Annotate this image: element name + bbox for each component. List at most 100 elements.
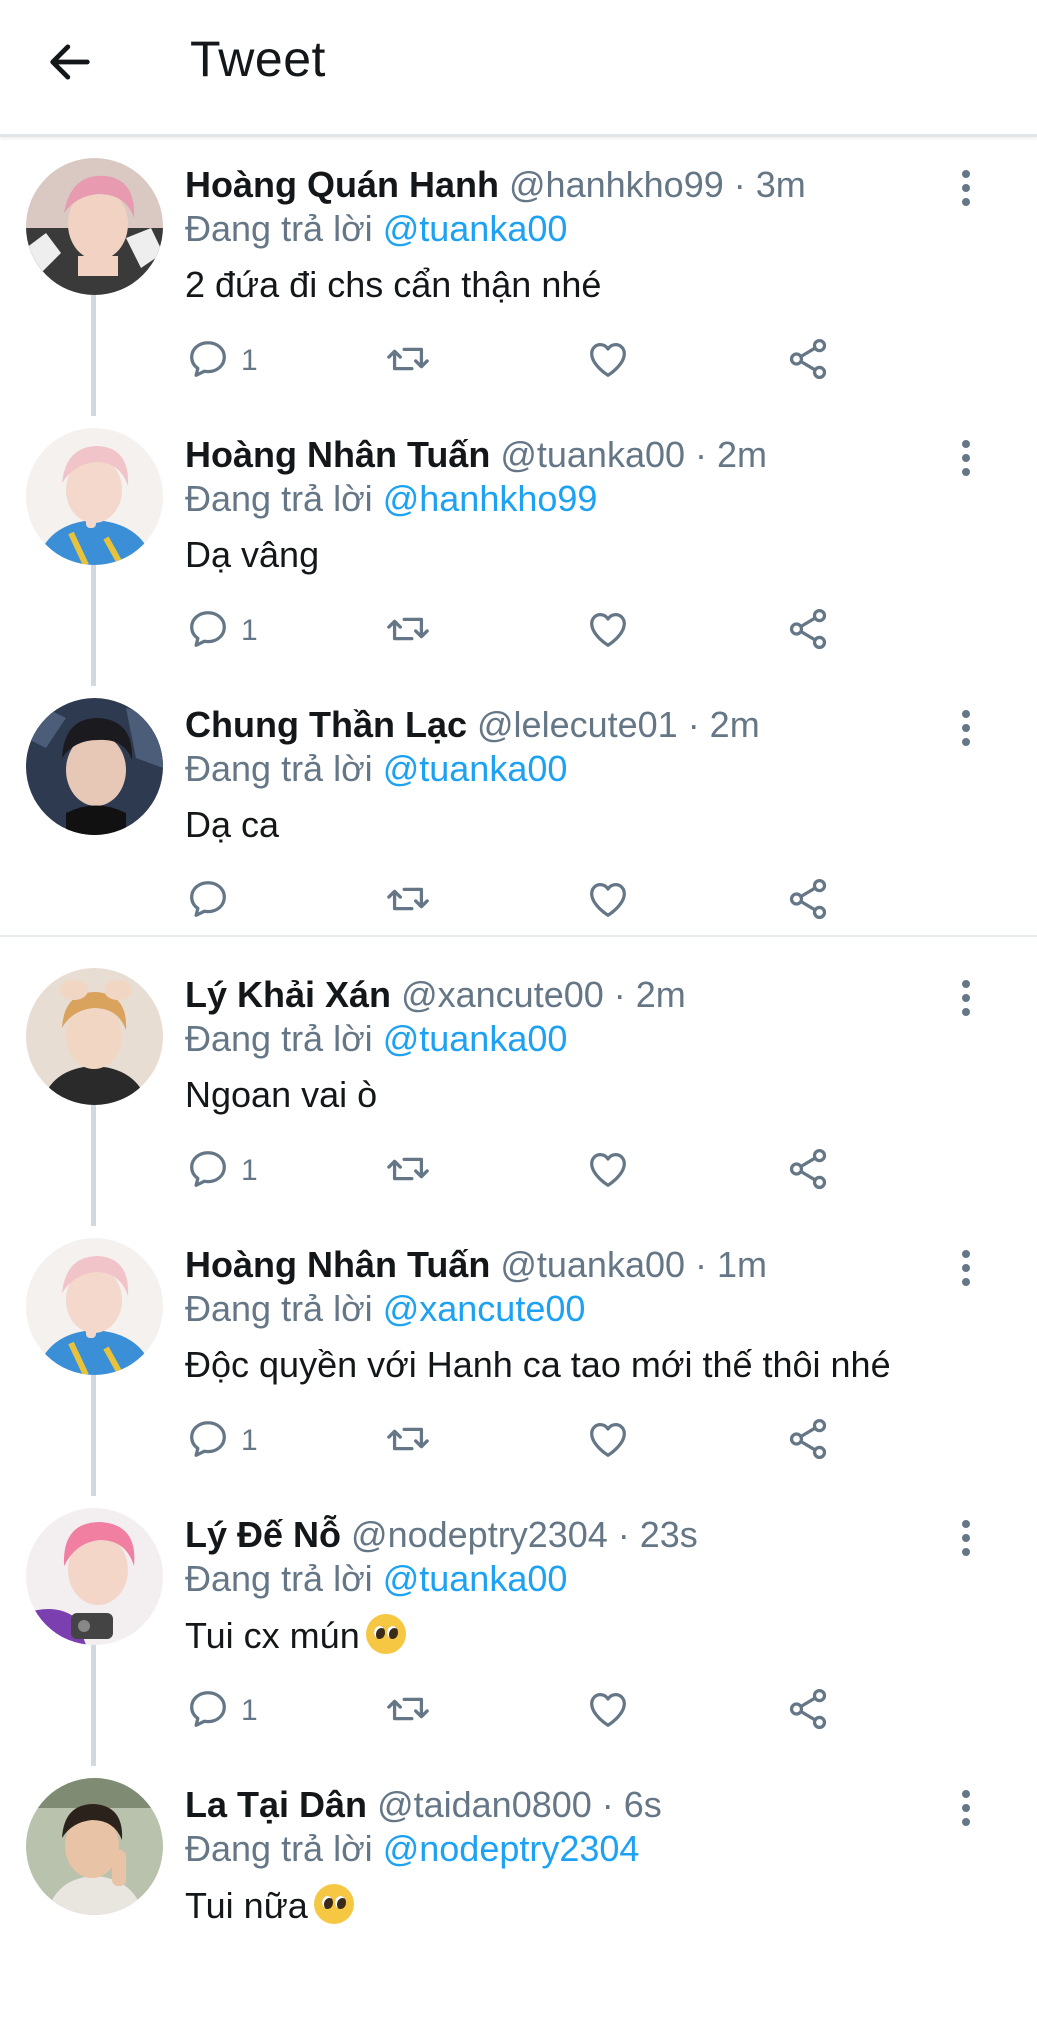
heart-icon <box>590 342 626 377</box>
user-handle-time: @tuanka00 · 2m <box>500 434 768 475</box>
tweet-text: Dạ vâng <box>185 534 320 575</box>
heart-icon <box>590 1692 626 1727</box>
like-button[interactable] <box>585 1416 631 1466</box>
tweet-text: Dạ ca <box>185 804 280 845</box>
user-handle-time: @lelecute01 · 2m <box>477 704 760 745</box>
share-icon <box>789 1418 827 1460</box>
more-vertical-icon <box>962 710 970 746</box>
user-display-name[interactable]: Hoàng Quán Hanh <box>185 164 499 205</box>
avatar[interactable] <box>26 1508 163 1645</box>
user-display-name[interactable]: Lý Đế Nỗ <box>185 1514 341 1555</box>
retweet-button[interactable] <box>385 1686 431 1736</box>
reply-icon <box>190 1691 226 1727</box>
reply-mention-link[interactable]: @xancute00 <box>383 1288 586 1329</box>
retweet-button[interactable] <box>385 336 431 386</box>
user-handle-time: @hanhkho99 · 3m <box>509 164 806 205</box>
share-button[interactable] <box>785 1416 831 1466</box>
avatar[interactable] <box>26 698 163 835</box>
avatar[interactable] <box>26 428 163 565</box>
user-display-name[interactable]: Chung Thần Lạc <box>185 704 467 745</box>
retweet-button[interactable] <box>385 606 431 656</box>
retweet-button[interactable] <box>385 1146 431 1196</box>
more-options-button[interactable] <box>955 978 977 1018</box>
more-options-button[interactable] <box>955 1788 977 1828</box>
avatar[interactable] <box>26 1778 163 1915</box>
reply-button[interactable]: 1 <box>185 1686 258 1736</box>
tweet-item[interactable]: Hoàng Nhân Tuấn @tuanka00 · 1m Đang trả … <box>0 1226 1037 1495</box>
tweet-actions: 1 <box>185 1416 865 1466</box>
like-button[interactable] <box>585 606 631 656</box>
more-options-button[interactable] <box>955 438 977 478</box>
share-icon <box>789 338 827 380</box>
tweet-text: Độc quyền với Hanh ca tao mới thế thôi n… <box>185 1344 891 1385</box>
tweet-item[interactable]: Chung Thần Lạc @lelecute01 · 2m Đang trả… <box>0 686 1037 955</box>
tweet-actions <box>185 876 865 926</box>
reply-button[interactable]: 1 <box>185 336 258 386</box>
retweet-button[interactable] <box>385 1416 431 1466</box>
tweet-text: Tui cx mún <box>185 1615 360 1656</box>
reply-mention-link[interactable]: @tuanka00 <box>383 1018 568 1059</box>
replying-to-label: Đang trả lời <box>185 1558 373 1599</box>
avatar[interactable] <box>26 158 163 295</box>
retweet-icon <box>387 1427 429 1451</box>
page-title: Tweet <box>190 31 326 87</box>
reply-button[interactable]: 1 <box>185 1416 258 1466</box>
reply-mention-link[interactable]: @hanhkho99 <box>383 478 598 519</box>
back-button[interactable] <box>44 36 104 88</box>
tweet-item[interactable]: Hoàng Nhân Tuấn @tuanka00 · 2m Đang trả … <box>0 416 1037 685</box>
user-handle-time: @tuanka00 · 1m <box>500 1244 768 1285</box>
retweet-icon <box>387 1157 429 1181</box>
more-vertical-icon <box>962 1250 970 1286</box>
reply-icon <box>190 881 226 917</box>
tweet-item[interactable]: Lý Đế Nỗ @nodeptry2304 · 23s Đang trả lờ… <box>0 1496 1037 1765</box>
reply-button[interactable] <box>185 876 231 926</box>
reply-icon <box>190 611 226 647</box>
heart-icon <box>590 882 626 917</box>
replying-to-label: Đang trả lời <box>185 1288 373 1329</box>
share-button[interactable] <box>785 876 831 926</box>
like-button[interactable] <box>585 336 631 386</box>
reply-mention-link[interactable]: @tuanka00 <box>383 748 568 789</box>
more-options-button[interactable] <box>955 168 977 208</box>
reply-mention-link[interactable]: @tuanka00 <box>383 1558 568 1599</box>
reply-count: 1 <box>241 1694 258 1727</box>
share-button[interactable] <box>785 336 831 386</box>
more-options-button[interactable] <box>955 1248 977 1288</box>
avatar[interactable] <box>26 1238 163 1375</box>
reply-mention-link[interactable]: @tuanka00 <box>383 208 568 249</box>
more-vertical-icon <box>962 440 970 476</box>
tweet-item[interactable]: Hoàng Quán Hanh @hanhkho99 · 3m Đang trả… <box>0 146 1037 415</box>
reply-button[interactable]: 1 <box>185 1146 258 1196</box>
reply-count: 1 <box>241 344 258 377</box>
share-button[interactable] <box>785 1146 831 1196</box>
replying-to-label: Đang trả lời <box>185 1828 373 1869</box>
top-app-bar: Tweet <box>0 0 1037 137</box>
reply-mention-link[interactable]: @nodeptry2304 <box>383 1828 640 1869</box>
avatar[interactable] <box>26 968 163 1105</box>
tweet-actions: 1 <box>185 336 865 386</box>
replying-to-label: Đang trả lời <box>185 1018 373 1059</box>
pleading-face-emoji <box>313 1884 354 1924</box>
reply-icon <box>190 1151 226 1187</box>
like-button[interactable] <box>585 1686 631 1736</box>
more-options-button[interactable] <box>955 708 977 748</box>
tweet-item[interactable]: La Tại Dân @taidan0800 · 6s Đang trả lời… <box>0 1766 1037 2035</box>
user-display-name[interactable]: Hoàng Nhân Tuấn <box>185 434 490 475</box>
user-display-name[interactable]: Lý Khải Xán <box>185 974 391 1015</box>
share-button[interactable] <box>785 1686 831 1736</box>
more-vertical-icon <box>962 1790 970 1826</box>
replying-to-label: Đang trả lời <box>185 748 373 789</box>
more-options-button[interactable] <box>955 1518 977 1558</box>
retweet-button[interactable] <box>385 876 431 926</box>
reply-icon <box>190 341 226 377</box>
like-button[interactable] <box>585 876 631 926</box>
user-display-name[interactable]: Hoàng Nhân Tuấn <box>185 1244 490 1285</box>
heart-icon <box>590 1422 626 1457</box>
share-icon <box>789 878 827 920</box>
share-button[interactable] <box>785 606 831 656</box>
reply-button[interactable]: 1 <box>185 606 258 656</box>
more-vertical-icon <box>962 1520 970 1556</box>
user-display-name[interactable]: La Tại Dân <box>185 1784 367 1825</box>
tweet-item[interactable]: Lý Khải Xán @xancute00 · 2m Đang trả lời… <box>0 956 1037 1225</box>
like-button[interactable] <box>585 1146 631 1196</box>
